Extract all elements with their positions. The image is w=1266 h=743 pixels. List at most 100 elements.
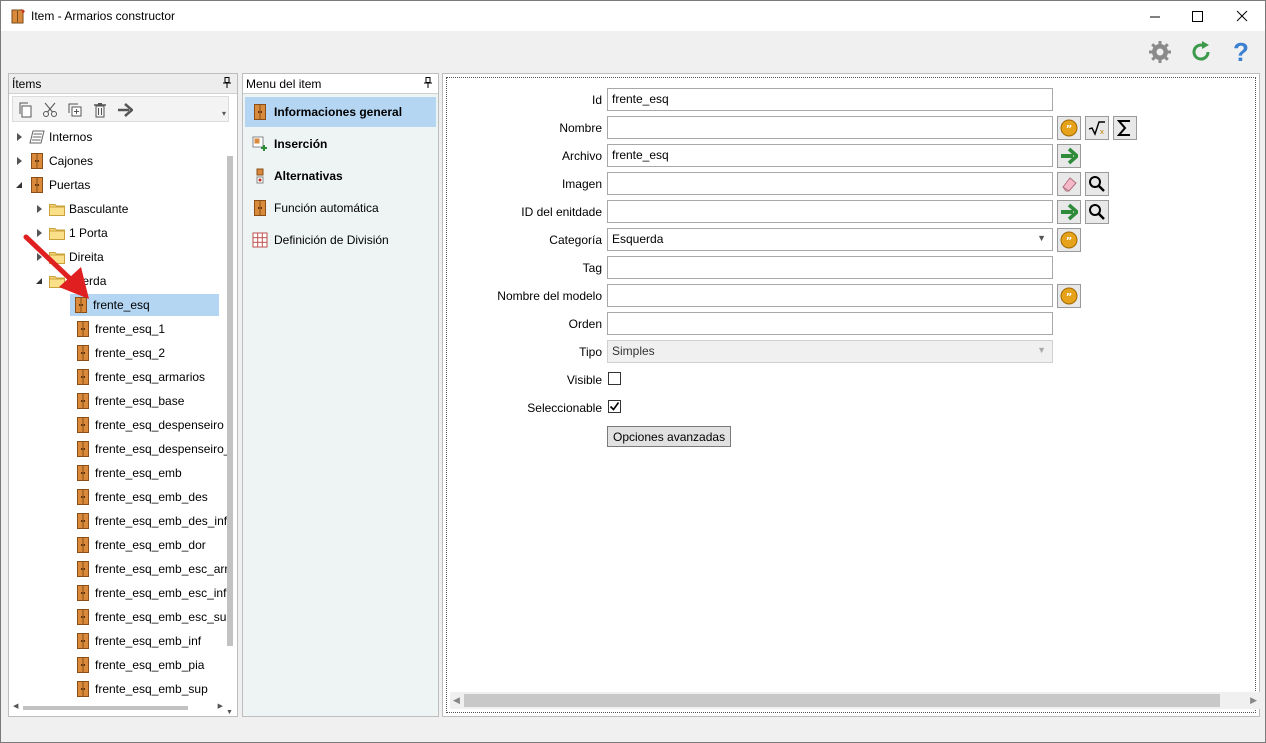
tipo-select[interactable]: Simples ▼ (607, 340, 1053, 363)
menu-item-insercion[interactable]: Inserción (245, 129, 436, 159)
collapsed-arrow-icon[interactable] (13, 131, 25, 143)
title-bar: Item - Armarios constructor (1, 1, 1265, 31)
imagen-clear-button[interactable] (1057, 172, 1081, 196)
orden-label: Orden (568, 317, 602, 331)
translate-button[interactable]: ” (1057, 116, 1081, 140)
tree-item-querda[interactable]: querda (33, 270, 106, 292)
categoria-translate-button[interactable]: ” (1057, 228, 1081, 252)
scrollbar-thumb[interactable] (464, 694, 1220, 707)
tree-item-frente-esq-1[interactable]: frente_esq_1 (75, 318, 165, 340)
items-tree: Internos Cajones Puertas Basculante 1 Porta D… (9, 126, 231, 704)
scroll-down-icon[interactable]: ▼ (226, 709, 233, 716)
tree-item-frente-esq-2[interactable]: frente_esq_2 (75, 342, 165, 364)
row-nombre: Nombre ” x (447, 116, 1257, 140)
gear-icon[interactable] (1147, 39, 1173, 65)
toolbar-overflow-icon[interactable]: ▾ (222, 109, 226, 118)
tree-item-frente-esq-emb-dor[interactable]: frente_esq_emb_dor (75, 534, 206, 556)
imagen-field[interactable] (607, 172, 1053, 195)
tree-item-frente-esq-emb-des-inf[interactable]: frente_esq_emb_des_inf (75, 510, 227, 532)
tree-item-frente-esq-emb-inf[interactable]: frente_esq_emb_inf (75, 630, 201, 652)
menu-item-alternativas[interactable]: Alternativas (245, 161, 436, 191)
move-icon[interactable] (115, 100, 135, 120)
help-icon[interactable]: ? (1228, 37, 1254, 67)
minimize-button[interactable] (1132, 1, 1178, 31)
visible-checkbox[interactable] (608, 372, 621, 385)
scrollbar-thumb[interactable] (227, 156, 233, 646)
menu-item-informaciones-general[interactable]: Informaciones general (245, 97, 436, 127)
scroll-right-icon[interactable]: ▶ (1250, 695, 1257, 706)
tree-item-frente-esq-emb-des[interactable]: frente_esq_emb_des (75, 486, 208, 508)
scroll-left-icon[interactable]: ◀ (453, 695, 460, 706)
duplicate-icon[interactable] (65, 100, 85, 120)
tree-item-frente-esq-emb-sup[interactable]: frente_esq_emb_sup (75, 678, 208, 700)
pin-icon[interactable] (424, 77, 432, 91)
formula-button[interactable]: x (1085, 116, 1109, 140)
collapsed-arrow-icon[interactable] (33, 227, 45, 239)
tree-item-frente-esq-emb[interactable]: frente_esq_emb (75, 462, 182, 484)
nombre-modelo-field[interactable] (607, 284, 1053, 307)
tree-item-label: Cajones (49, 154, 94, 168)
tree-item-basculante[interactable]: Basculante (33, 198, 128, 220)
tree-item-direita[interactable]: Direita (33, 246, 104, 268)
green-arrow-icon (1061, 147, 1078, 165)
delete-icon[interactable] (90, 100, 110, 120)
tree-item-frente-esq[interactable]: frente_esq (70, 294, 219, 316)
advanced-options-button[interactable]: Opciones avanzadas (607, 426, 732, 447)
id-entidad-search-button[interactable] (1085, 200, 1109, 224)
tree-item-frente-esq-emb-esc-inf[interactable]: frente_esq_emb_esc_inf (75, 582, 226, 604)
tree-item-puertas[interactable]: Puertas (13, 174, 90, 196)
archivo-label: Archivo (561, 149, 602, 163)
tree-item-cajones[interactable]: Cajones (13, 150, 93, 172)
nombre-field[interactable] (607, 116, 1053, 139)
categoria-select[interactable]: Esquerda ▼ (607, 228, 1053, 251)
tree-item-frente-esq-despenseiro[interactable]: frente_esq_despenseiro (75, 414, 224, 436)
chevron-down-icon: ▼ (1037, 233, 1046, 243)
cut-icon[interactable] (40, 100, 60, 120)
tree-horizontal-scrollbar[interactable]: ◀ ▶ (13, 702, 223, 712)
collapsed-arrow-icon[interactable] (13, 155, 25, 167)
id-field[interactable]: frente_esq (607, 88, 1053, 111)
tree-item-frente-esq-emb-esc-arr[interactable]: frente_esq_emb_esc_arr (75, 558, 228, 580)
copy-icon[interactable] (15, 100, 35, 120)
maximize-button[interactable] (1174, 1, 1220, 31)
scroll-right-icon[interactable]: ▶ (218, 702, 223, 710)
tree-item-frente-esq-base[interactable]: frente_esq_base (75, 390, 184, 412)
app-icon (11, 8, 26, 24)
nombre-modelo-label: Nombre del modelo (497, 289, 602, 303)
form-horizontal-scrollbar[interactable]: ◀ ▶ (450, 692, 1260, 709)
window-title: Item - Armarios constructor (31, 9, 176, 23)
sum-button[interactable] (1113, 116, 1137, 140)
menu-item-definicion-de-division[interactable]: Definición de División (245, 225, 436, 255)
tag-field[interactable] (607, 256, 1053, 279)
collapsed-arrow-icon[interactable] (33, 251, 45, 263)
id-entidad-field[interactable] (607, 200, 1053, 223)
imagen-search-button[interactable] (1085, 172, 1109, 196)
collapsed-arrow-icon[interactable] (33, 203, 45, 215)
seleccionable-checkbox[interactable] (608, 400, 621, 413)
search-icon (1089, 204, 1105, 220)
expanded-arrow-icon[interactable] (33, 275, 45, 287)
tree-item-frente-esq-emb-pia[interactable]: frente_esq_emb_pia (75, 654, 204, 676)
door-icon (29, 153, 45, 169)
items-toolbar: ▾ (12, 96, 229, 122)
orden-field[interactable] (607, 312, 1053, 335)
nombre-modelo-translate-button[interactable]: ” (1057, 284, 1081, 308)
close-button[interactable] (1219, 1, 1265, 31)
refresh-icon[interactable] (1188, 39, 1214, 65)
svg-text:”: ” (1066, 124, 1073, 135)
tree-item-internos[interactable]: Internos (13, 126, 92, 148)
scroll-left-icon[interactable]: ◀ (13, 702, 18, 710)
tree-item-1-porta[interactable]: 1 Porta (33, 222, 108, 244)
archivo-go-button[interactable] (1057, 144, 1081, 168)
tree-item-frente-esq-despenseiro[interactable]: frente_esq_despenseiro_ (75, 438, 230, 460)
tree-item-frente-esq-emb-esc-sup[interactable]: frente_esq_emb_esc_sup (75, 606, 231, 628)
tree-item-frente-esq-armarios[interactable]: frente_esq_armarios (75, 366, 205, 388)
menu-item-funcion-automatica[interactable]: Función automática (245, 193, 436, 223)
pin-icon[interactable] (223, 77, 231, 91)
expanded-arrow-icon[interactable] (13, 179, 25, 191)
archivo-field[interactable]: frente_esq (607, 144, 1053, 167)
id-entidad-go-button[interactable] (1057, 200, 1081, 224)
svg-text:”: ” (1066, 292, 1073, 303)
tree-vertical-scrollbar[interactable]: ▼ (226, 126, 233, 716)
scrollbar-thumb[interactable] (23, 706, 188, 710)
